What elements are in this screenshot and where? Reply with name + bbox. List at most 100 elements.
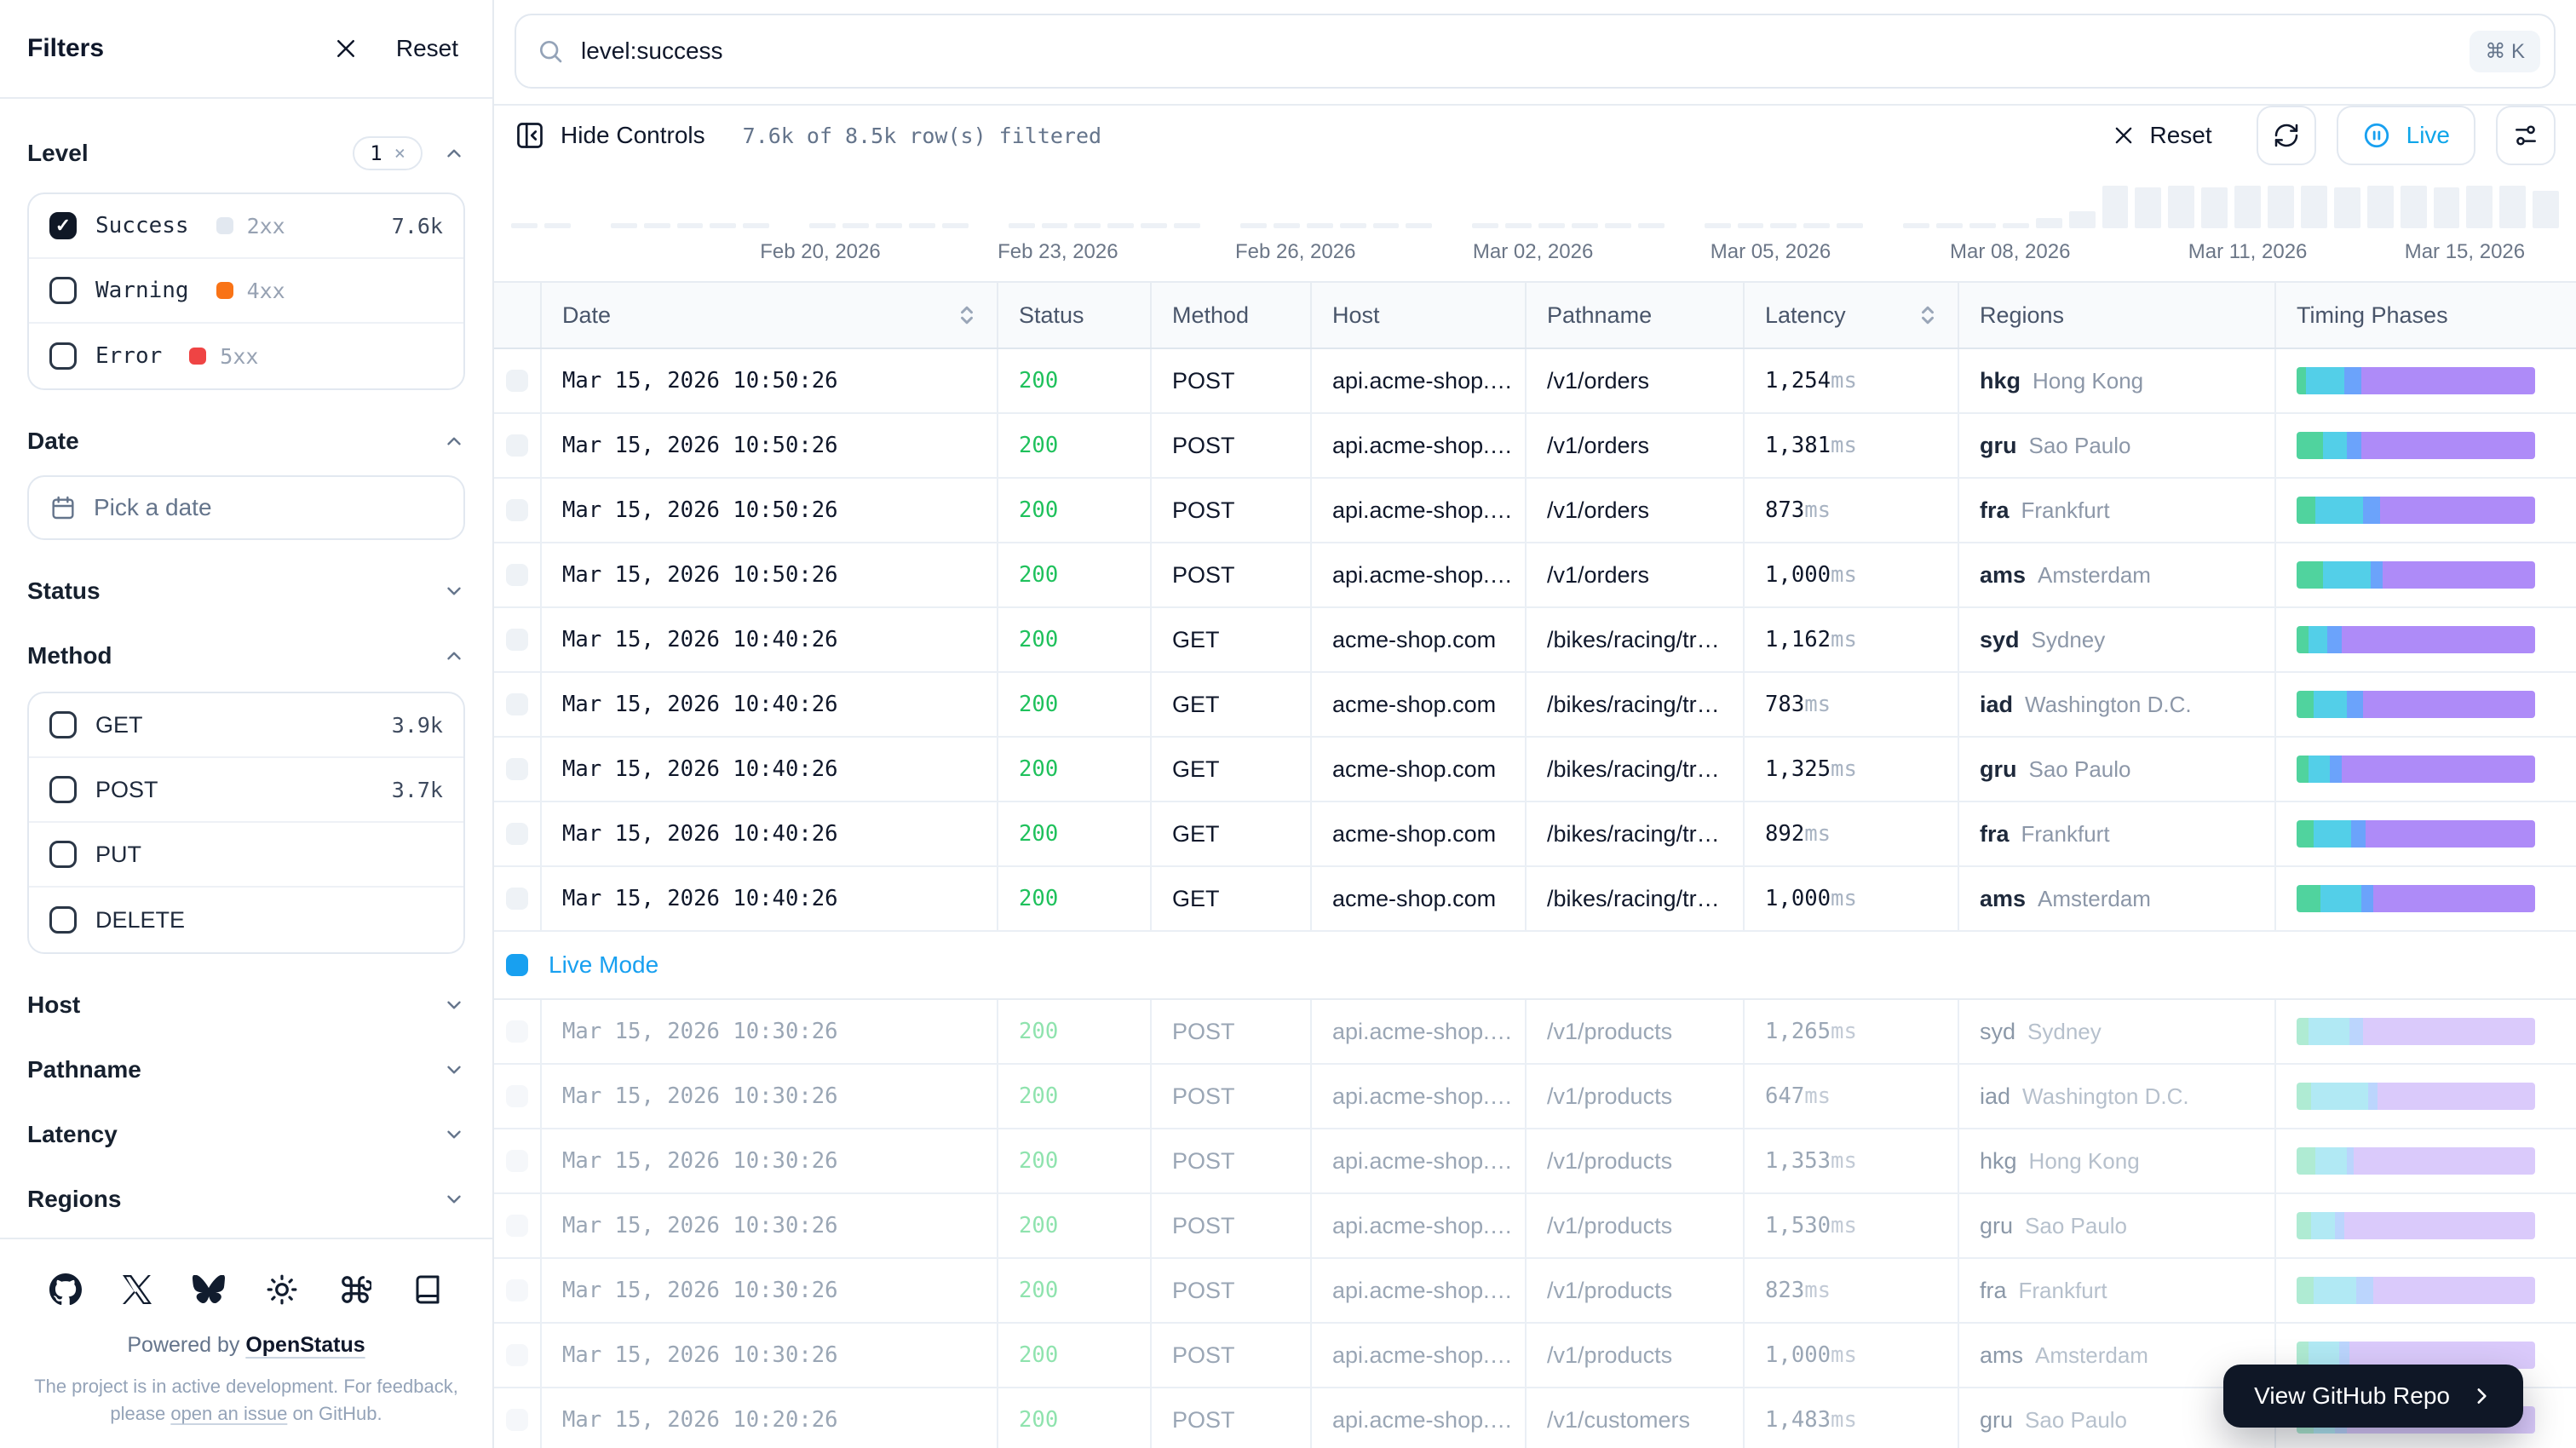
chevron-up-icon[interactable]: [443, 142, 465, 164]
histogram-bar[interactable]: [743, 223, 769, 228]
histogram-bar[interactable]: [1107, 223, 1134, 228]
table-row[interactable]: Mar 15, 2026 10:40:26 200 GET acme-shop.…: [494, 738, 2576, 802]
chevron-down-icon[interactable]: [443, 580, 465, 602]
sun-theme-icon[interactable]: [266, 1273, 298, 1306]
row-checkbox[interactable]: [506, 1020, 528, 1043]
histogram-bar[interactable]: [2234, 186, 2261, 228]
chevron-down-icon[interactable]: [443, 1188, 465, 1210]
level-active-badge[interactable]: 1 ×: [353, 136, 423, 170]
histogram-bar[interactable]: [710, 223, 736, 228]
row-checkbox[interactable]: [506, 499, 528, 521]
histogram-bar[interactable]: [2268, 186, 2294, 228]
histogram-bar[interactable]: [1936, 223, 1963, 228]
histogram-bar[interactable]: [1141, 223, 1167, 228]
table-row[interactable]: Mar 15, 2026 10:50:26 200 POST api.acme-…: [494, 479, 2576, 543]
histogram-bar[interactable]: [544, 223, 571, 228]
table-row[interactable]: Mar 15, 2026 10:50:26 200 POST api.acme-…: [494, 349, 2576, 414]
histogram-bar[interactable]: [1538, 223, 1565, 228]
checkbox[interactable]: [49, 277, 77, 304]
command-icon[interactable]: [339, 1273, 371, 1306]
histogram-bar[interactable]: [611, 223, 637, 228]
refresh-button[interactable]: [2257, 106, 2316, 165]
filters-reset-button[interactable]: Reset: [396, 35, 458, 62]
histogram-bar[interactable]: [1770, 223, 1797, 228]
bluesky-icon[interactable]: [193, 1275, 225, 1304]
histogram-bar[interactable]: [1074, 223, 1101, 228]
table-row[interactable]: Mar 15, 2026 10:40:26 200 GET acme-shop.…: [494, 673, 2576, 738]
header-method[interactable]: Method: [1152, 283, 1312, 348]
histogram-bar[interactable]: [809, 223, 836, 228]
histogram-bar[interactable]: [1903, 223, 1929, 228]
header-pathname[interactable]: Pathname: [1527, 283, 1745, 348]
search-input[interactable]: level:success ⌘ K: [515, 14, 2556, 89]
checkbox[interactable]: [49, 906, 77, 934]
histogram-bar[interactable]: [2135, 187, 2161, 228]
row-checkbox[interactable]: [506, 564, 528, 586]
collapsed-section-header[interactable]: Regions: [27, 1186, 465, 1213]
table-row[interactable]: Mar 15, 2026 10:30:26 200 POST api.acme-…: [494, 1065, 2576, 1129]
chevron-up-icon[interactable]: [443, 430, 465, 452]
histogram-bar[interactable]: [2201, 187, 2228, 228]
histogram-bar[interactable]: [2301, 186, 2327, 228]
histogram-bar[interactable]: [1307, 223, 1333, 228]
histogram-bar[interactable]: [842, 223, 869, 228]
histogram-bar[interactable]: [2102, 186, 2129, 228]
histogram-bar[interactable]: [677, 223, 704, 228]
histogram-bar[interactable]: [2434, 187, 2460, 228]
row-checkbox[interactable]: [506, 1085, 528, 1107]
histogram-bar[interactable]: [1274, 223, 1300, 228]
histogram-bar[interactable]: [1738, 223, 1764, 228]
collapsed-section-header[interactable]: Host: [27, 991, 465, 1019]
row-checkbox[interactable]: [506, 693, 528, 715]
histogram-bar[interactable]: [2036, 218, 2062, 228]
table-row[interactable]: Mar 15, 2026 10:30:26 200 POST api.acme-…: [494, 1000, 2576, 1065]
table-row[interactable]: Mar 15, 2026 10:30:26 200 POST api.acme-…: [494, 1129, 2576, 1194]
histogram-bar[interactable]: [1240, 223, 1267, 228]
histogram-bar[interactable]: [2499, 186, 2526, 228]
table-row[interactable]: Mar 15, 2026 10:30:26 200 POST api.acme-…: [494, 1259, 2576, 1324]
live-button[interactable]: Live: [2337, 106, 2475, 165]
row-checkbox[interactable]: [506, 1150, 528, 1172]
book-icon[interactable]: [412, 1273, 443, 1306]
histogram-bar[interactable]: [1837, 223, 1863, 228]
row-checkbox[interactable]: [506, 823, 528, 845]
live-mode-row[interactable]: Live Mode: [494, 932, 2576, 1000]
table-row[interactable]: Mar 15, 2026 10:40:26 200 GET acme-shop.…: [494, 867, 2576, 932]
table-row[interactable]: Mar 15, 2026 10:50:26 200 POST api.acme-…: [494, 543, 2576, 608]
histogram-bar[interactable]: [2168, 186, 2194, 228]
header-checkbox-cell[interactable]: [494, 283, 542, 348]
histogram-bar[interactable]: [1174, 223, 1200, 228]
histogram-bar[interactable]: [1340, 223, 1366, 228]
histogram-bar[interactable]: [511, 223, 538, 228]
filter-option-row[interactable]: Warning 4xx: [29, 259, 463, 324]
header-status[interactable]: Status: [998, 283, 1152, 348]
filter-option-row[interactable]: POST 3.7k: [29, 758, 463, 823]
filter-option-row[interactable]: GET 3.9k: [29, 693, 463, 758]
histogram-bar[interactable]: [1605, 223, 1631, 228]
filter-option-row[interactable]: DELETE: [29, 888, 463, 952]
checkbox[interactable]: [49, 841, 77, 868]
checkbox[interactable]: [49, 342, 77, 370]
x-twitter-icon[interactable]: [123, 1275, 152, 1304]
histogram-bar[interactable]: [1705, 223, 1731, 228]
date-picker-input[interactable]: Pick a date: [27, 475, 465, 540]
row-checkbox[interactable]: [506, 629, 528, 651]
chevron-down-icon[interactable]: [443, 1123, 465, 1146]
view-github-repo-button[interactable]: View GitHub Repo: [2223, 1365, 2523, 1428]
header-timing[interactable]: Timing Phases: [2276, 283, 2576, 348]
table-row[interactable]: Mar 15, 2026 10:40:26 200 GET acme-shop.…: [494, 802, 2576, 867]
filter-option-row[interactable]: PUT: [29, 823, 463, 888]
close-filters-icon[interactable]: [333, 36, 359, 61]
toolbar-reset-button[interactable]: Reset: [2112, 122, 2211, 149]
histogram-bar[interactable]: [1803, 223, 1830, 228]
hide-controls-button[interactable]: Hide Controls: [515, 120, 705, 151]
row-checkbox[interactable]: [506, 1344, 528, 1366]
histogram-bar[interactable]: [1638, 223, 1665, 228]
histogram-bar[interactable]: [909, 223, 935, 228]
table-row[interactable]: Mar 15, 2026 10:30:26 200 POST api.acme-…: [494, 1194, 2576, 1259]
table-row[interactable]: Mar 15, 2026 10:50:26 200 POST api.acme-…: [494, 414, 2576, 479]
header-latency[interactable]: Latency: [1745, 283, 1959, 348]
checkbox[interactable]: ✓: [49, 212, 77, 239]
row-checkbox[interactable]: [506, 1279, 528, 1301]
close-icon[interactable]: ×: [394, 143, 405, 164]
